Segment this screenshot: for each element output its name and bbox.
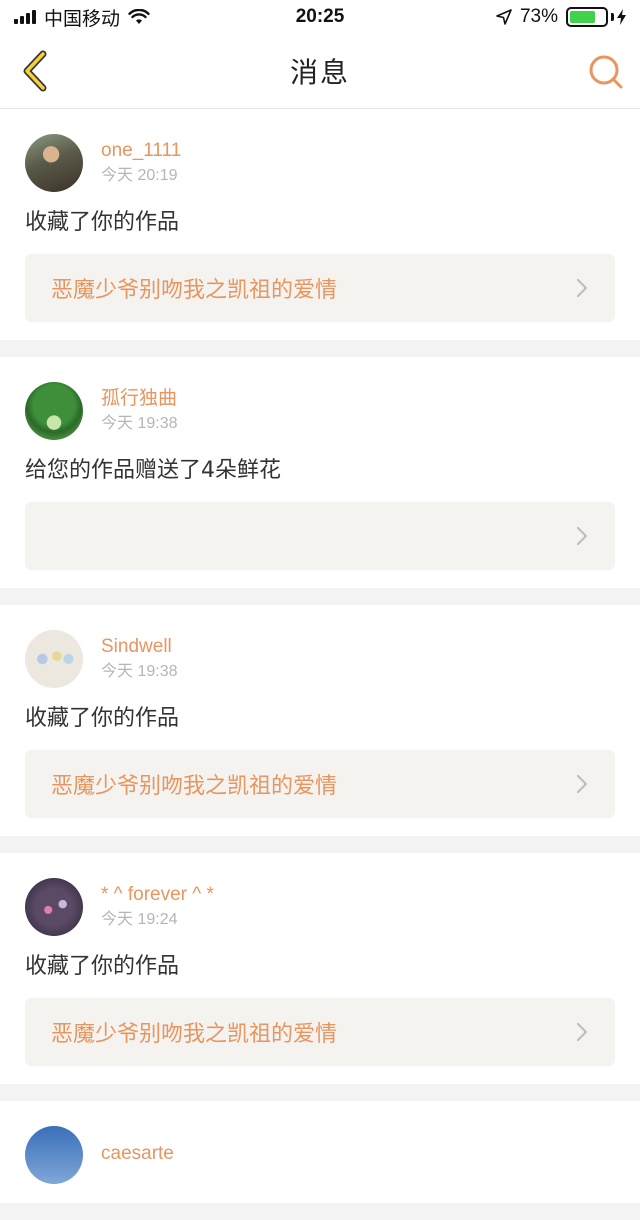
avatar[interactable]: [25, 878, 83, 936]
message-card[interactable]: one_1111 今天 20:19 收藏了你的作品 恶魔少爷别吻我之凯祖的爱情: [0, 109, 640, 340]
message-card[interactable]: caesarte: [0, 1101, 640, 1203]
carrier-label: 中国移动: [44, 8, 121, 30]
work-link[interactable]: [25, 502, 615, 570]
user-info: Sindwell 今天 19:38: [101, 635, 178, 683]
status-left: 中国移动: [14, 4, 150, 31]
timestamp: 今天 19:38: [101, 415, 178, 432]
message-header: Sindwell 今天 19:38: [25, 629, 615, 689]
message-card[interactable]: 孤行独曲 今天 19:38 给您的作品赠送了4朵鲜花: [0, 357, 640, 588]
avatar[interactable]: [25, 1126, 83, 1184]
message-card[interactable]: Sindwell 今天 19:38 收藏了你的作品 恶魔少爷别吻我之凯祖的爱情: [0, 605, 640, 836]
timestamp: 今天 19:24: [101, 911, 178, 928]
message-action: 收藏了你的作品: [25, 954, 180, 979]
avatar[interactable]: [25, 382, 83, 440]
back-button[interactable]: [14, 48, 54, 94]
chevron-right-icon: [576, 774, 588, 794]
status-right: 73%: [496, 6, 626, 28]
message-action: 收藏了你的作品: [25, 210, 180, 235]
username[interactable]: caesarte: [101, 1142, 174, 1166]
battery-fill: [570, 11, 595, 23]
work-title: 恶魔少爷别吻我之凯祖的爱情: [51, 278, 338, 303]
search-button[interactable]: [586, 52, 626, 92]
user-info: one_1111 今天 20:19: [101, 139, 181, 187]
wifi-icon: [128, 9, 150, 24]
work-link[interactable]: 恶魔少爷别吻我之凯祖的爱情: [25, 750, 615, 818]
message-header: one_1111 今天 20:19: [25, 133, 615, 193]
user-info: * ^ forever ^ * 今天 19:24: [101, 883, 214, 931]
chevron-right-icon: [576, 278, 588, 298]
timestamp: 今天 19:38: [101, 663, 178, 680]
location-arrow-icon: [496, 9, 512, 25]
username[interactable]: 孤行独曲: [101, 387, 178, 411]
search-icon: [589, 55, 623, 89]
message-action: 收藏了你的作品: [25, 706, 180, 731]
username[interactable]: one_1111: [101, 139, 181, 163]
avatar[interactable]: [25, 134, 83, 192]
message-card[interactable]: * ^ forever ^ * 今天 19:24 收藏了你的作品 恶魔少爷别吻我…: [0, 853, 640, 1084]
signal-icon: [14, 10, 36, 24]
chevron-right-icon: [576, 1022, 588, 1042]
username[interactable]: * ^ forever ^ *: [101, 883, 214, 907]
battery-icon: [566, 7, 626, 27]
battery-percent: 73%: [519, 6, 558, 27]
username[interactable]: Sindwell: [101, 635, 178, 659]
message-header: 孤行独曲 今天 19:38: [25, 381, 615, 441]
message-feed: one_1111 今天 20:19 收藏了你的作品 恶魔少爷别吻我之凯祖的爱情 …: [0, 109, 640, 1220]
page-title: 消息: [289, 56, 350, 89]
timestamp: 今天 20:19: [101, 167, 178, 184]
user-info: caesarte: [101, 1142, 174, 1168]
navigation-bar: 消息: [0, 34, 640, 109]
work-title: 恶魔少爷别吻我之凯祖的爱情: [51, 1022, 338, 1047]
avatar[interactable]: [25, 630, 83, 688]
message-action: 给您的作品赠送了4朵鲜花: [25, 458, 281, 483]
work-link[interactable]: 恶魔少爷别吻我之凯祖的爱情: [25, 254, 615, 322]
message-header: caesarte: [25, 1125, 615, 1185]
message-header: * ^ forever ^ * 今天 19:24: [25, 877, 615, 937]
chevron-right-icon: [576, 526, 588, 546]
user-info: 孤行独曲 今天 19:38: [101, 387, 178, 435]
chevron-left-icon: [23, 50, 47, 92]
work-title: 恶魔少爷别吻我之凯祖的爱情: [51, 774, 338, 799]
charging-bolt-icon: [617, 9, 626, 25]
status-bar: 中国移动 20:25 73%: [0, 0, 640, 34]
work-link[interactable]: 恶魔少爷别吻我之凯祖的爱情: [25, 998, 615, 1066]
